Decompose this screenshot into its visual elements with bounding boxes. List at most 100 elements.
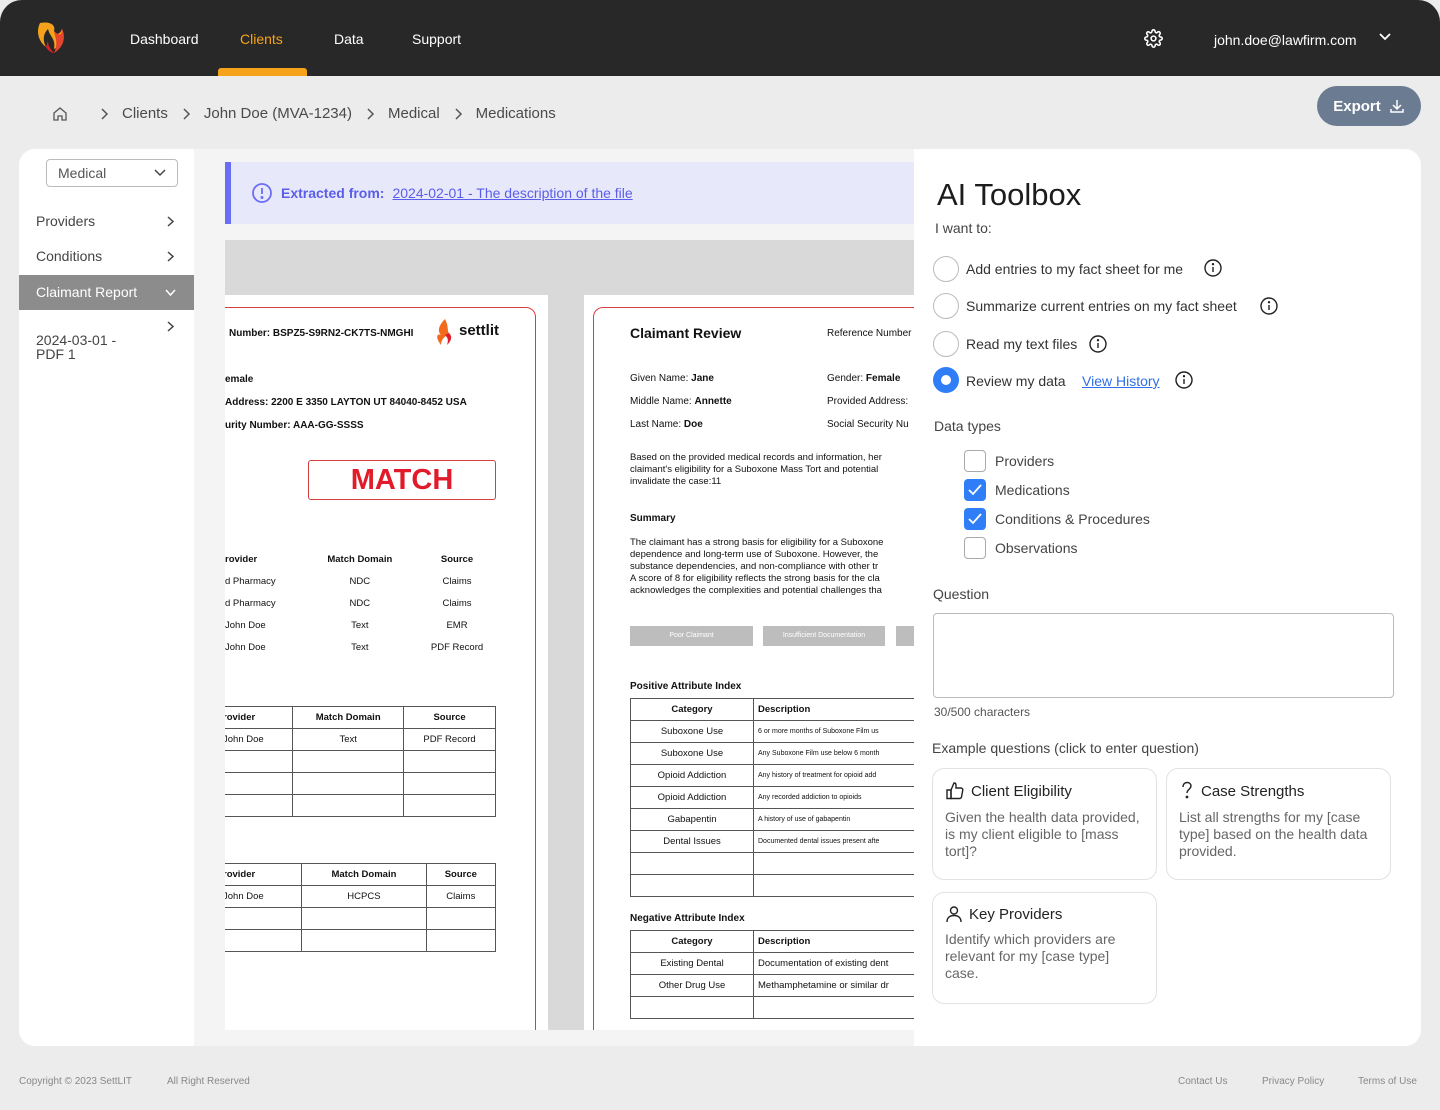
- table-header: Category: [630, 698, 754, 721]
- example-title: Case Strengths: [1201, 782, 1305, 800]
- category-select-value: Medical: [58, 165, 107, 181]
- example-client-eligibility[interactable]: Client Eligibility Given the health data…: [932, 768, 1157, 880]
- info-icon[interactable]: [1204, 259, 1222, 277]
- positive-attribute-table: Category Description Suboxone Use 6 or mo…: [630, 698, 914, 897]
- character-count: 30/500 characters: [934, 705, 1031, 719]
- last-name: Last Name: Doe: [630, 419, 703, 430]
- data-type-providers-label[interactable]: Providers: [995, 453, 1054, 469]
- checkbox-conditions-procedures[interactable]: [964, 508, 986, 530]
- match-stamp: MATCH: [308, 460, 496, 500]
- check-icon: [968, 513, 982, 525]
- sidebar-item-conditions[interactable]: Conditions: [19, 239, 194, 274]
- table-header: Source: [403, 706, 496, 729]
- chevron-down-icon: [165, 289, 176, 296]
- chevron-right-icon: [167, 216, 174, 227]
- nav-data[interactable]: Data: [334, 31, 364, 47]
- option-read-files-label[interactable]: Read my text files: [966, 336, 1077, 352]
- table-row: John Doe HCPCS Claims: [225, 885, 497, 908]
- table-row: Opioid Addiction Any recorded addiction t…: [630, 786, 914, 809]
- doc-ssn: urity Number: AAA-GG-SSSS: [225, 420, 364, 431]
- extracted-from-banner: Extracted from: 2024-02-01 - The descrip…: [225, 162, 914, 224]
- option-add-entries-label[interactable]: Add entries to my fact sheet for me: [966, 261, 1183, 277]
- radio-review-data[interactable]: [933, 367, 959, 393]
- example-key-providers[interactable]: Key Providers Identify which providers a…: [932, 892, 1157, 1004]
- nav-dashboard[interactable]: Dashboard: [130, 31, 199, 47]
- footer-copyright: Copyright © 2023 SettLIT: [19, 1076, 132, 1087]
- user-email[interactable]: john.doe@lawfirm.com: [1214, 32, 1357, 48]
- table-row: John Doe Text PDF Record: [225, 641, 484, 653]
- breadcrumb-client[interactable]: John Doe (MVA-1234): [204, 105, 352, 122]
- middle-name: Middle Name: Annette: [630, 396, 732, 407]
- footer-privacy-link[interactable]: Privacy Policy: [1262, 1076, 1324, 1087]
- data-type-conditions-label[interactable]: Conditions & Procedures: [995, 511, 1150, 527]
- table-row: Other Drug Use Methamphetamine or similar…: [630, 974, 914, 997]
- settlit-logo-icon: [437, 319, 452, 345]
- category-select[interactable]: Medical: [46, 159, 178, 187]
- radio-read-text-files[interactable]: [933, 331, 959, 357]
- example-title: Key Providers: [969, 905, 1063, 923]
- breadcrumb-medications[interactable]: Medications: [476, 105, 556, 122]
- checkbox-providers[interactable]: [964, 450, 986, 472]
- option-summarize-label[interactable]: Summarize current entries on my fact she…: [966, 298, 1237, 314]
- gear-icon[interactable]: [1144, 29, 1163, 48]
- sidebar-item-label: Providers: [36, 213, 96, 229]
- radio-add-entries[interactable]: [933, 256, 959, 282]
- data-type-observations-label[interactable]: Observations: [995, 540, 1077, 556]
- provided-address-label: Provided Address:: [827, 396, 909, 407]
- summary-heading: Summary: [630, 513, 676, 524]
- breadcrumb-medical[interactable]: Medical: [388, 105, 440, 122]
- question-mark-icon: [1182, 781, 1192, 799]
- sidebar-item-label: Conditions: [36, 248, 103, 264]
- home-icon[interactable]: [52, 106, 68, 122]
- doc-sex: emale: [225, 374, 254, 385]
- checkbox-medications[interactable]: [964, 479, 986, 501]
- table-row: Gabapentin A history of use of gabapentin: [630, 808, 914, 831]
- table-row: Suboxone Use Any Suboxone Film use below …: [630, 742, 914, 765]
- table-header: Source: [440, 553, 474, 565]
- app-logo[interactable]: [32, 17, 72, 57]
- export-button[interactable]: Export: [1317, 86, 1421, 126]
- view-history-link[interactable]: View History: [1082, 373, 1160, 389]
- sidebar-item-label: Claimant Report: [36, 284, 138, 300]
- top-navbar: Dashboard Clients Data Support john.doe@…: [0, 0, 1440, 76]
- breadcrumb: Clients John Doe (MVA-1234) Medical Medi…: [52, 105, 556, 122]
- doc-address: Address: 2200 E 3350 LAYTON UT 84040-845…: [225, 397, 467, 408]
- tag-poor-claimant: Poor Claimant: [630, 626, 753, 646]
- breadcrumb-clients[interactable]: Clients: [122, 105, 168, 122]
- footer-contact-link[interactable]: Contact Us: [1178, 1076, 1227, 1087]
- document-page-2: Claimant Review Reference Number Given N…: [584, 295, 914, 1030]
- doc-match-table-3: rovider Match Domain Source John Doe HCPC…: [225, 863, 497, 952]
- question-input[interactable]: [933, 613, 1394, 698]
- chevron-down-icon[interactable]: [1378, 30, 1392, 44]
- nav-support[interactable]: Support: [412, 31, 461, 47]
- source-file-link[interactable]: 2024-02-01 - The description of the file: [392, 185, 632, 201]
- table-row: d Pharmacy NDC Claims: [225, 597, 472, 609]
- sidebar-item-providers[interactable]: Providers: [19, 204, 194, 239]
- footer-terms-link[interactable]: Terms of Use: [1358, 1076, 1417, 1087]
- chevron-right-icon: [101, 107, 109, 120]
- info-icon[interactable]: [1089, 335, 1107, 353]
- document-preview[interactable]: Number: BSPZ5-S9RN2-CK7TS-NMGHI settlit …: [225, 240, 914, 1030]
- table-header: Match Domain: [301, 863, 427, 886]
- table-row: Existing Dental Documentation of existing…: [630, 952, 914, 975]
- sidebar-item-pdf[interactable]: 2024-03-01 - PDF 1: [19, 309, 194, 361]
- chevron-right-icon: [167, 321, 174, 332]
- tag-truncated: [896, 626, 914, 646]
- radio-summarize[interactable]: [933, 293, 959, 319]
- settlit-brand: settlit: [459, 322, 500, 339]
- info-icon[interactable]: [1175, 371, 1193, 389]
- example-case-strengths[interactable]: Case Strengths List all strengths for my…: [1166, 768, 1391, 880]
- table-row: d Pharmacy NDC Claims: [225, 575, 472, 587]
- doc-number: Number: BSPZ5-S9RN2-CK7TS-NMGHI: [229, 328, 414, 339]
- check-icon: [968, 484, 982, 496]
- option-review-data-label[interactable]: Review my data: [966, 373, 1066, 389]
- sidebar-item-claimant-report[interactable]: Claimant Report: [19, 275, 194, 310]
- document-page-1: Number: BSPZ5-S9RN2-CK7TS-NMGHI settlit …: [225, 295, 548, 1030]
- review-title: Claimant Review: [630, 325, 742, 341]
- data-type-medications-label[interactable]: Medications: [995, 482, 1070, 498]
- checkbox-observations[interactable]: [964, 537, 986, 559]
- table-header: Source: [425, 863, 497, 886]
- doc-match-table-1: rovider Match Domain Source d Pharmacy ND…: [225, 548, 501, 658]
- nav-clients[interactable]: Clients: [240, 31, 283, 47]
- info-icon[interactable]: [1260, 297, 1278, 315]
